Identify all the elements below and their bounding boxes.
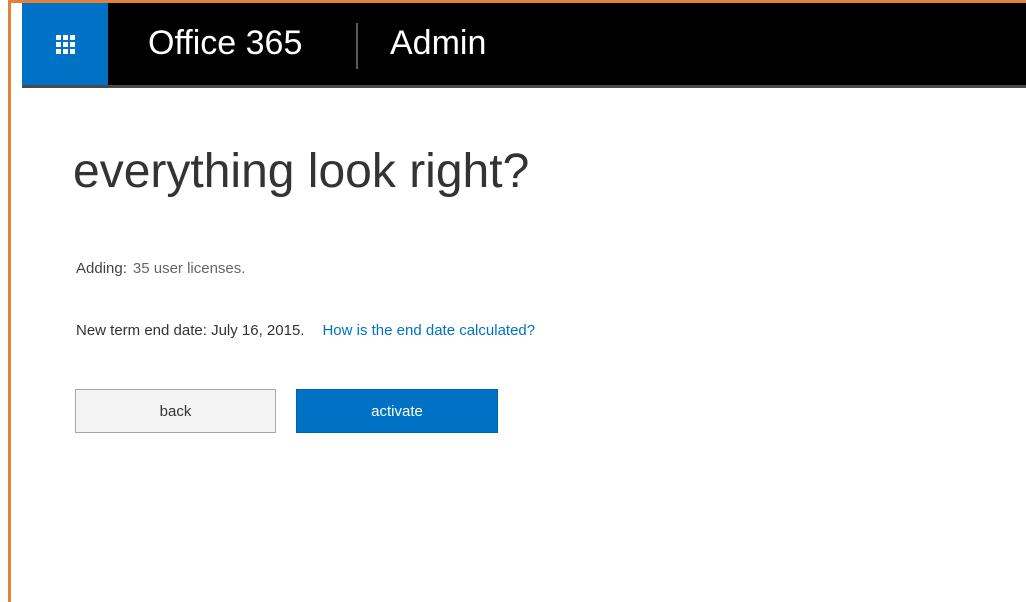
section-title[interactable]: Admin xyxy=(390,21,486,65)
app-launcher-button[interactable] xyxy=(22,3,108,85)
page-frame: Office 365 Admin everything look right? … xyxy=(0,0,1026,602)
page-title: everything look right? xyxy=(73,145,530,198)
end-date-help-link[interactable]: How is the end date calculated? xyxy=(322,322,535,339)
header-divider xyxy=(356,23,358,69)
activate-button[interactable]: activate xyxy=(296,389,498,433)
frame-left-border xyxy=(8,0,11,602)
term-end-text: New term end date: July 16, 2015. xyxy=(76,322,305,339)
brand-title[interactable]: Office 365 xyxy=(148,21,302,65)
term-end-row: New term end date: July 16, 2015. How is … xyxy=(76,322,535,339)
back-button[interactable]: back xyxy=(75,389,276,433)
adding-label: Adding: xyxy=(76,260,127,277)
adding-value: 35 user licenses. xyxy=(132,260,246,277)
waffle-grid-icon xyxy=(55,34,75,54)
top-navigation-bar: Office 365 Admin xyxy=(22,3,1026,88)
adding-summary: Adding: 35 user licenses. xyxy=(76,260,245,277)
